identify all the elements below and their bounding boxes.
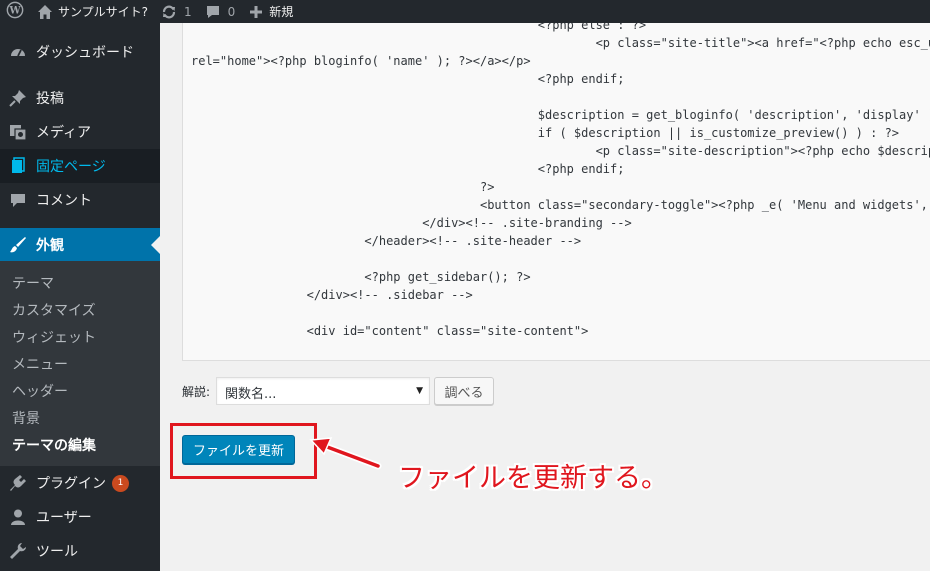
annotation-text: ファイルを更新する。 xyxy=(398,463,668,494)
